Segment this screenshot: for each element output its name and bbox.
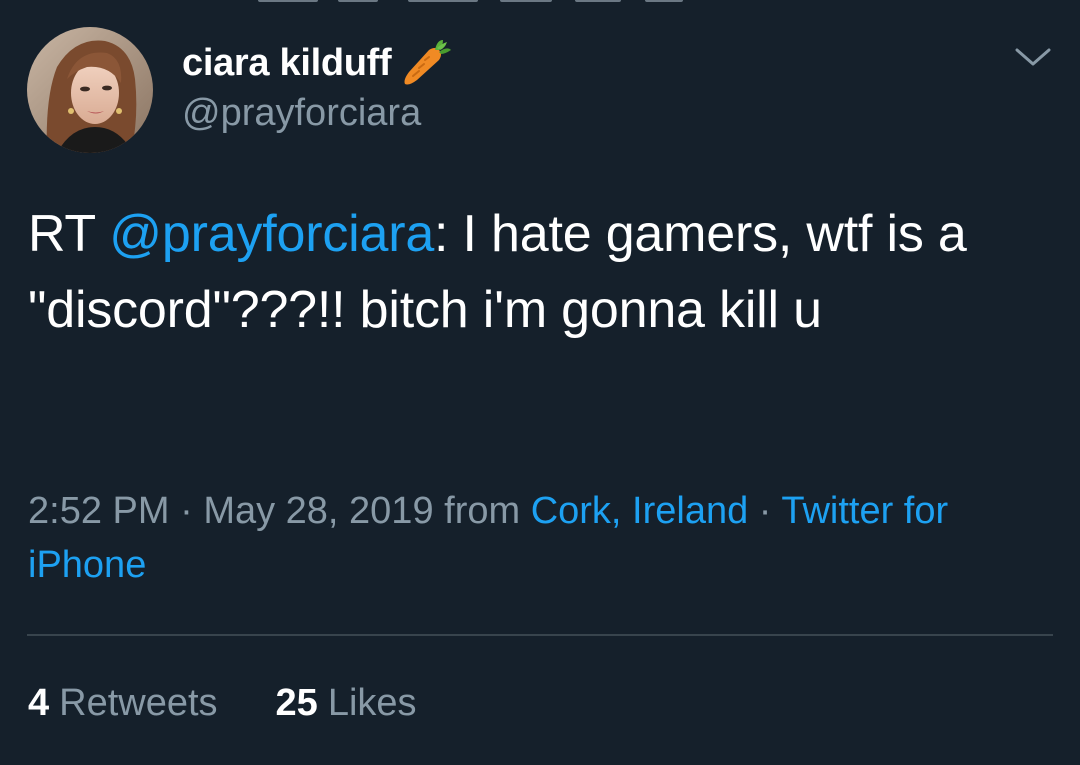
tweet-date: May 28, 2019 [203, 490, 434, 532]
meta-separator: · [748, 490, 782, 532]
retweet-prefix: RT [28, 205, 110, 263]
display-name[interactable]: ciara kilduff [182, 42, 392, 85]
avatar[interactable] [27, 27, 153, 153]
from-label: from [433, 490, 531, 532]
cut-off-text-above [0, 0, 1080, 10]
location-link[interactable]: Cork, Ireland [531, 490, 749, 532]
likes-label: Likes [327, 682, 417, 724]
tweet-detail: ciara kilduff @prayforciara RT @prayforc… [0, 0, 1080, 765]
divider [27, 634, 1053, 636]
retweets-label: Retweets [59, 682, 218, 724]
tweet-time: 2:52 PM [28, 490, 170, 532]
author-name-row[interactable]: ciara kilduff [182, 38, 452, 88]
retweets-stat[interactable]: 4 Retweets [28, 682, 218, 725]
author-handle[interactable]: @prayforciara [182, 92, 421, 135]
likes-stat[interactable]: 25 Likes [276, 682, 417, 725]
mention-link[interactable]: @prayforciara [109, 205, 434, 263]
carrot-icon [399, 38, 452, 88]
tweet-text: RT @prayforciara: I hate gamers, wtf is … [28, 196, 1058, 348]
engagement-stats: 4 Retweets 25 Likes [28, 682, 475, 725]
meta-separator: · [169, 490, 204, 532]
tweet-metadata: 2:52 PM · May 28, 2019 from Cork, Irelan… [28, 484, 1028, 592]
chevron-down-icon[interactable] [1013, 42, 1053, 72]
likes-count: 25 [275, 682, 318, 724]
retweets-count: 4 [28, 682, 50, 724]
